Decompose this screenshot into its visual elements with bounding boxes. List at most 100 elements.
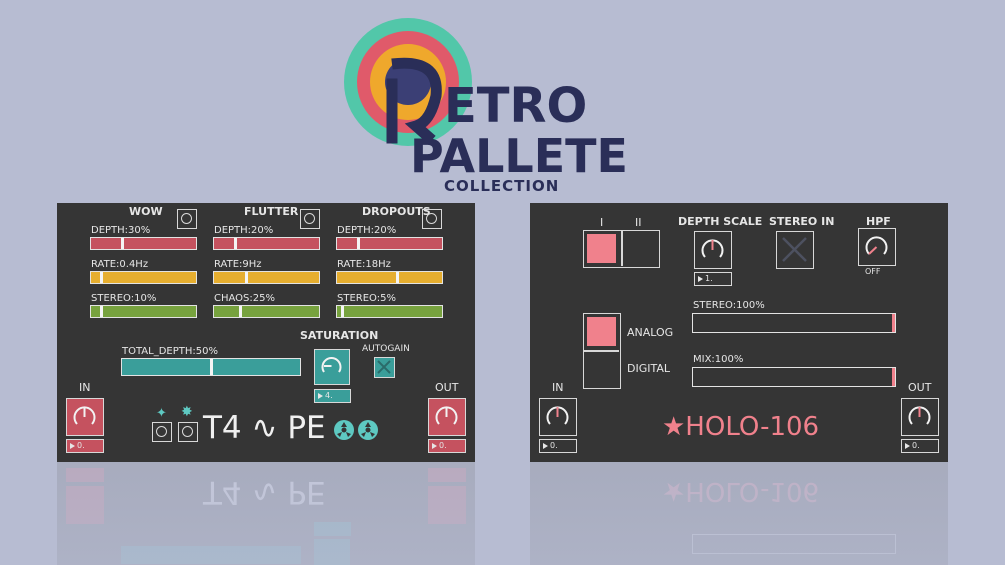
value-arrow-icon bbox=[543, 443, 548, 449]
reel-right-icon bbox=[358, 420, 378, 440]
retro-pallete-logo: ETRO PALLETE COLLECTION bbox=[340, 14, 630, 196]
flutter-depth-label: DEPTH:20% bbox=[214, 225, 274, 236]
hpf-knob[interactable] bbox=[858, 228, 896, 266]
flutter-chaos-label: CHAOS:25% bbox=[214, 293, 275, 304]
wow-depth-slider[interactable] bbox=[90, 237, 197, 250]
analog-label: ANALOG bbox=[627, 326, 674, 339]
tape-out-label: OUT bbox=[435, 381, 459, 394]
flutter-bypass-button[interactable] bbox=[300, 209, 320, 229]
saturation-knob[interactable] bbox=[314, 349, 350, 385]
mode-divider bbox=[621, 231, 623, 266]
mode-i-option[interactable] bbox=[587, 234, 616, 263]
holo-plugin-panel: I II DEPTH SCALE 1. STEREO IN HPF OFF AN… bbox=[530, 203, 948, 462]
dropouts-bypass-button[interactable] bbox=[422, 209, 442, 229]
tape-in-label: IN bbox=[79, 381, 91, 394]
stereo-in-toggle[interactable] bbox=[776, 231, 814, 269]
flutter-chaos-slider[interactable] bbox=[213, 305, 320, 318]
dropouts-stereo-slider[interactable] bbox=[336, 305, 443, 318]
reel-left-icon bbox=[334, 420, 354, 440]
reflection-fade bbox=[0, 462, 1005, 565]
tape-in-knob[interactable] bbox=[66, 398, 104, 436]
saturation-label: SATURATION bbox=[300, 329, 379, 342]
saturation-value-box[interactable]: 4. bbox=[314, 389, 351, 403]
dropouts-depth-label: DEPTH:20% bbox=[337, 225, 397, 236]
stereo-slider[interactable] bbox=[692, 313, 896, 333]
dropouts-depth-slider[interactable] bbox=[336, 237, 443, 250]
stereo-label: STEREO:100% bbox=[693, 300, 765, 311]
tape-out-knob[interactable] bbox=[428, 398, 466, 436]
autogain-x-icon bbox=[377, 360, 391, 374]
tape-mode-b-button[interactable] bbox=[178, 422, 198, 442]
holo-in-value: 0. bbox=[550, 441, 558, 450]
tape-in-value: 0. bbox=[77, 441, 85, 450]
holo-in-value-box[interactable]: 0. bbox=[539, 439, 577, 453]
holo-out-value-box[interactable]: 0. bbox=[901, 439, 939, 453]
value-arrow-icon bbox=[432, 443, 437, 449]
hpf-label: HPF bbox=[866, 215, 891, 228]
depth-scale-value: 1. bbox=[705, 274, 713, 283]
flutter-header: FLUTTER bbox=[244, 205, 299, 218]
mix-slider[interactable] bbox=[692, 367, 896, 387]
depth-scale-value-box[interactable]: 1. bbox=[694, 272, 732, 286]
tape-out-value: 0. bbox=[439, 441, 447, 450]
wow-stereo-label: STEREO:10% bbox=[91, 293, 157, 304]
holo-out-knob[interactable] bbox=[901, 398, 939, 436]
logo-collection-text: COLLECTION bbox=[444, 177, 560, 195]
digital-label: DIGITAL bbox=[627, 362, 671, 375]
wow-rate-label: RATE:0.4Hz bbox=[91, 259, 149, 270]
stereo-in-x-icon bbox=[782, 237, 807, 262]
mode-ii-label: II bbox=[635, 216, 642, 229]
holo-in-knob[interactable] bbox=[539, 398, 577, 436]
holo-plugin-name: ★HOLO-106 bbox=[662, 412, 820, 442]
autogain-toggle[interactable] bbox=[374, 357, 395, 378]
mode-i-label: I bbox=[600, 216, 604, 229]
dropouts-stereo-label: STEREO:5% bbox=[337, 293, 396, 304]
saturation-knob-icon bbox=[321, 357, 342, 373]
tape-in-value-box[interactable]: 0. bbox=[66, 439, 104, 453]
wow-depth-label: DEPTH:30% bbox=[91, 225, 151, 236]
total-depth-slider[interactable] bbox=[121, 358, 301, 376]
dropouts-header: DROPOUTS bbox=[362, 205, 431, 218]
value-arrow-icon bbox=[70, 443, 75, 449]
flutter-rate-label: RATE:9Hz bbox=[214, 259, 262, 270]
holo-in-label: IN bbox=[552, 381, 564, 394]
mix-label: MIX:100% bbox=[693, 354, 744, 365]
tape-out-value-box[interactable]: 0. bbox=[428, 439, 466, 453]
value-arrow-icon bbox=[698, 276, 703, 282]
wow-rate-slider[interactable] bbox=[90, 271, 197, 284]
sparkle-icon: ✦ bbox=[156, 406, 167, 421]
analog-option[interactable] bbox=[587, 317, 616, 346]
selector-divider bbox=[584, 350, 619, 352]
hpf-value: OFF bbox=[865, 267, 881, 276]
value-arrow-icon bbox=[318, 393, 323, 399]
depth-scale-knob[interactable] bbox=[694, 231, 732, 269]
wow-bypass-button[interactable] bbox=[177, 209, 197, 229]
hpf-knob-icon bbox=[865, 236, 888, 255]
wow-stereo-slider[interactable] bbox=[90, 305, 197, 318]
total-depth-label: TOTAL_DEPTH:50% bbox=[122, 346, 218, 357]
tape-mode-a-button[interactable] bbox=[152, 422, 172, 442]
flutter-depth-slider[interactable] bbox=[213, 237, 320, 250]
analog-digital-selector[interactable] bbox=[583, 313, 621, 389]
burst-icon: ✸ bbox=[181, 404, 193, 420]
logo-retro-text: ETRO bbox=[444, 78, 588, 134]
out-knob-icon bbox=[435, 406, 458, 425]
autogain-label: AUTOGAIN bbox=[362, 344, 410, 354]
value-arrow-icon bbox=[905, 443, 910, 449]
in-knob-icon bbox=[546, 406, 569, 425]
saturation-value: 4. bbox=[325, 391, 333, 400]
out-knob-icon bbox=[908, 406, 931, 425]
tape-plugin-panel: WOW FLUTTER DROPOUTS DEPTH:30% RATE:0.4H… bbox=[57, 203, 475, 462]
flutter-rate-slider[interactable] bbox=[213, 271, 320, 284]
dropouts-rate-slider[interactable] bbox=[336, 271, 443, 284]
logo-pallete-text: PALLETE bbox=[410, 129, 628, 183]
depth-scale-label: DEPTH SCALE bbox=[678, 215, 763, 228]
stereo-in-label: STEREO IN bbox=[769, 215, 835, 228]
mode-selector[interactable] bbox=[583, 230, 660, 268]
holo-out-label: OUT bbox=[908, 381, 932, 394]
wow-header: WOW bbox=[129, 205, 163, 218]
depth-scale-knob-icon bbox=[701, 239, 724, 258]
in-knob-icon bbox=[73, 406, 96, 425]
holo-out-value: 0. bbox=[912, 441, 920, 450]
tape-plugin-name: T4 ∿ PE bbox=[203, 410, 326, 446]
